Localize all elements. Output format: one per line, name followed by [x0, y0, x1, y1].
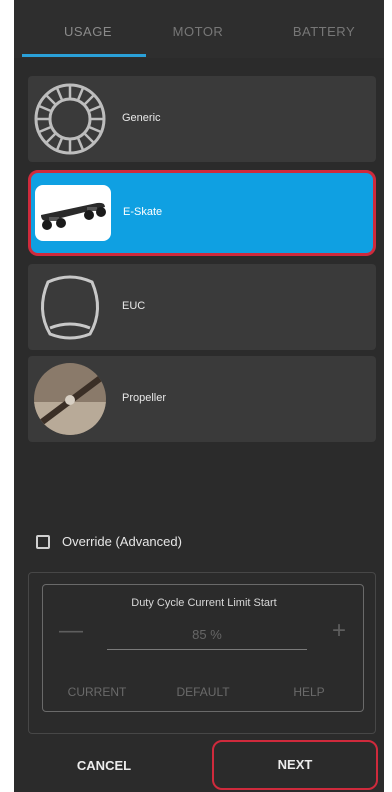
propeller-image [34, 362, 106, 436]
cancel-button[interactable]: CANCEL [54, 758, 154, 776]
euc-wheel-icon [34, 270, 106, 344]
usage-option-label: Generic [122, 112, 161, 124]
duty-cycle-panel: Duty Cycle Current Limit Start — 85 % + … [42, 584, 364, 712]
usage-option-label: E-Skate [123, 206, 163, 218]
tab-bar: USAGE MOTOR BATTERY [14, 0, 384, 58]
default-button[interactable]: DEFAULT [163, 685, 243, 699]
generic-wheel-icon [34, 82, 106, 156]
tab-motor[interactable]: MOTOR [148, 24, 248, 44]
duty-cycle-value[interactable]: 85 % [107, 627, 307, 642]
active-tab-indicator [22, 54, 146, 57]
usage-option-euc[interactable]: EUC [28, 264, 376, 350]
tab-battery[interactable]: BATTERY [272, 24, 376, 44]
value-underline [107, 649, 307, 650]
usage-option-generic[interactable]: Generic [28, 76, 376, 162]
duty-cycle-title: Duty Cycle Current Limit Start [131, 597, 277, 609]
checkbox-box[interactable] [36, 535, 50, 549]
eskate-board-image [35, 185, 111, 241]
tab-usage[interactable]: USAGE [36, 24, 140, 44]
help-button[interactable]: HELP [269, 685, 349, 699]
increase-button[interactable]: + [329, 619, 349, 643]
next-button[interactable]: NEXT [212, 740, 378, 790]
override-label: Override (Advanced) [62, 534, 182, 549]
setup-wizard-window: USAGE MOTOR BATTERY Generic E-Skate EUC … [14, 0, 384, 792]
usage-option-label: EUC [122, 300, 146, 312]
usage-option-propeller[interactable]: Propeller [28, 356, 376, 442]
usage-option-eskate[interactable]: E-Skate [28, 170, 376, 256]
decrease-button[interactable]: — [59, 619, 83, 643]
current-button[interactable]: CURRENT [57, 685, 137, 699]
usage-option-label: Propeller [122, 392, 167, 404]
